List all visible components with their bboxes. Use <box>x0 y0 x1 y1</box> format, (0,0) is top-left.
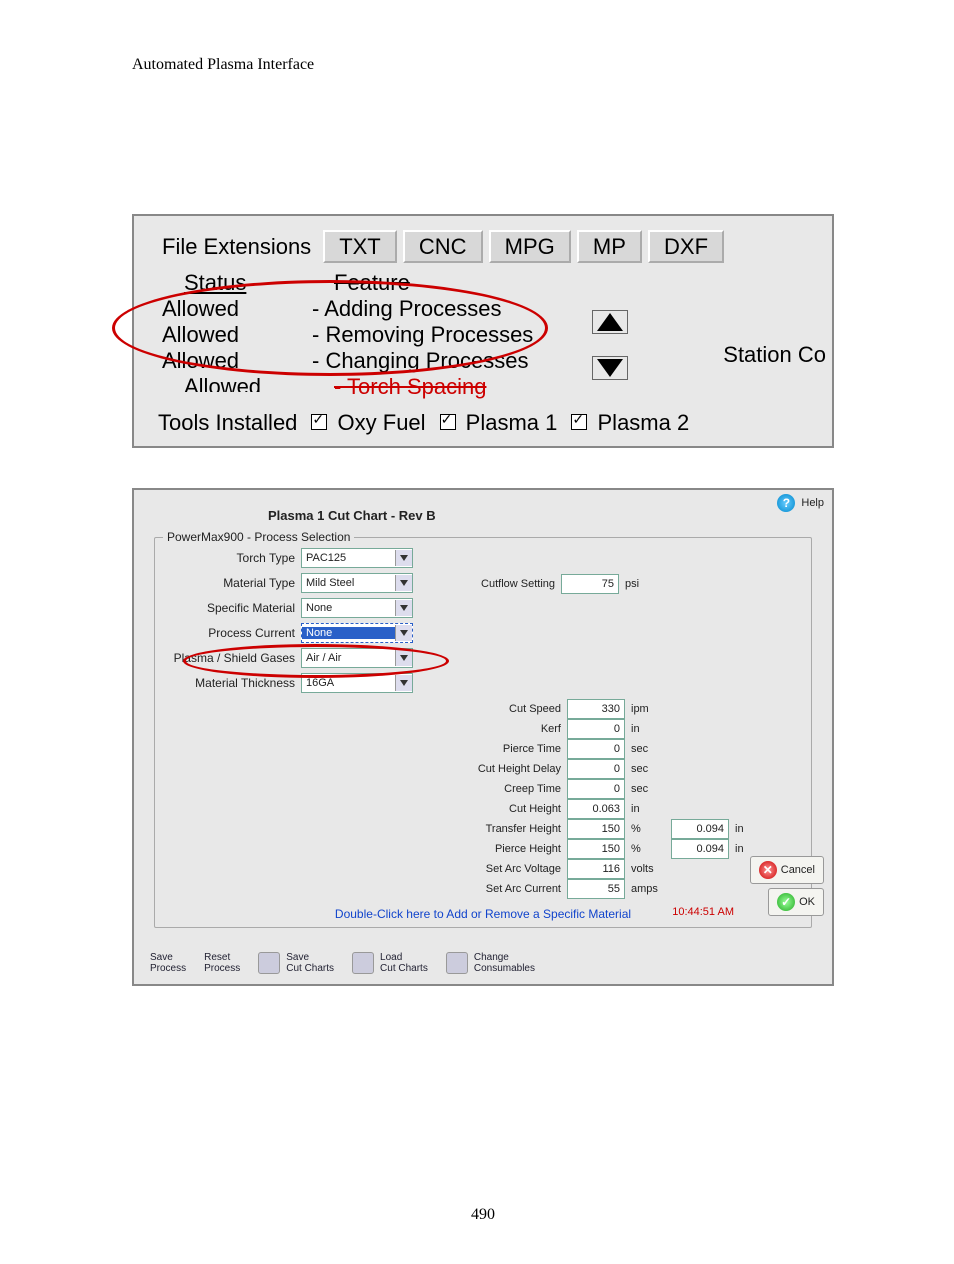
param-row: Cut Height Delay0sec <box>441 759 801 779</box>
cutflow-label: Cutflow Setting <box>435 578 555 590</box>
param-Kerf-value[interactable]: 0 <box>567 719 625 739</box>
tool-oxy fuel-checkbox[interactable] <box>311 414 327 430</box>
ext-txt-button[interactable]: TXT <box>323 230 397 263</box>
group-label: PowerMax900 - Process Selection <box>163 530 354 544</box>
chevron-down-icon <box>395 675 412 691</box>
chevron-down-icon <box>395 575 412 591</box>
toolbar-save-process-button[interactable]: SaveProcess <box>150 952 186 974</box>
param-row: Pierce Time0sec <box>441 739 801 759</box>
material_type-dropdown[interactable]: Mild Steel <box>301 573 413 593</box>
param-row: Cut Height0.063in <box>441 799 801 819</box>
ok-button[interactable]: ✓ OK <box>768 888 824 916</box>
param-Cut Height-value[interactable]: 0.063 <box>567 799 625 819</box>
ext-mpg-button[interactable]: MPG <box>489 230 571 263</box>
param-Cut Height Delay-value[interactable]: 0 <box>567 759 625 779</box>
station-label: Station Co <box>723 342 826 368</box>
param-Creep Time-value[interactable]: 0 <box>567 779 625 799</box>
process_current-label: Process Current <box>165 626 301 640</box>
param-Pierce Height-value2[interactable]: 0.094 <box>671 839 729 859</box>
scroll-up-button[interactable] <box>592 310 628 334</box>
toolbar-icon <box>352 952 374 974</box>
param-Cut Speed-value[interactable]: 330 <box>567 699 625 719</box>
tool-plasma 1-checkbox[interactable] <box>440 414 456 430</box>
param-row: Set Arc Voltage116volts <box>441 859 801 879</box>
file-extensions-label: File Extensions <box>162 234 311 260</box>
thickness-label: Material Thickness <box>165 676 301 690</box>
help-button[interactable]: ? Help <box>777 494 824 512</box>
page-header: Automated Plasma Interface <box>132 56 834 74</box>
param-row: Pierce Height150%0.094in <box>441 839 801 859</box>
param-Set Arc Current-value[interactable]: 55 <box>567 879 625 899</box>
scroll-down-button[interactable] <box>592 356 628 380</box>
cutflow-unit: psi <box>625 578 659 590</box>
toolbar-save-cut charts-button[interactable]: SaveCut Charts <box>258 952 334 974</box>
param-row: Set Arc Current55amps <box>441 879 801 899</box>
ext-dxf-button[interactable]: DXF <box>648 230 724 263</box>
process-selection-group: PowerMax900 - Process Selection Torch Ty… <box>154 537 812 928</box>
tool-plasma 2-checkbox[interactable] <box>571 414 587 430</box>
chevron-down-icon <box>395 600 412 616</box>
param-Set Arc Voltage-value[interactable]: 116 <box>567 859 625 879</box>
annotation-ellipse <box>112 280 548 376</box>
torch_type-dropdown[interactable]: PAC125 <box>301 548 413 568</box>
param-row: Cut Speed330ipm <box>441 699 801 719</box>
toolbar-icon <box>446 952 468 974</box>
ext-cnc-button[interactable]: CNC <box>403 230 483 263</box>
timestamp: 10:44:51 AM <box>672 906 734 918</box>
material_type-label: Material Type <box>165 576 301 590</box>
chevron-down-icon <box>395 625 412 641</box>
param-row: Transfer Height150%0.094in <box>441 819 801 839</box>
feature-row: Allowed- Torch Spacing <box>148 374 818 400</box>
cutflow-value[interactable]: 75 <box>561 574 619 594</box>
dialog-title: Plasma 1 Cut Chart - Rev B <box>148 508 818 523</box>
ext-mp-button[interactable]: MP <box>577 230 642 263</box>
param-row: Kerf0in <box>441 719 801 739</box>
toolbar-load-cut charts-button[interactable]: LoadCut Charts <box>352 952 428 974</box>
param-Pierce Height-value[interactable]: 150 <box>567 839 625 859</box>
param-Transfer Height-value[interactable]: 150 <box>567 819 625 839</box>
tools-installed-row: Tools Installed Oxy Fuel Plasma 1 Plasma… <box>148 410 818 436</box>
param-Transfer Height-value2[interactable]: 0.094 <box>671 819 729 839</box>
toolbar-change-consumables-button[interactable]: ChangeConsumables <box>446 952 535 974</box>
cancel-button[interactable]: ✕ Cancel <box>750 856 824 884</box>
param-row: Creep Time0sec <box>441 779 801 799</box>
torch_type-label: Torch Type <box>165 551 301 565</box>
toolbar-icon <box>258 952 280 974</box>
process_current-dropdown[interactable]: None <box>301 623 413 643</box>
chevron-down-icon <box>395 550 412 566</box>
toolbar-reset-process-button[interactable]: ResetProcess <box>204 952 240 974</box>
specific_material-label: Specific Material <box>165 601 301 615</box>
specific_material-dropdown[interactable]: None <box>301 598 413 618</box>
figure-cut-chart: Plasma 1 Cut Chart - Rev B ? Help PowerM… <box>132 488 834 986</box>
figure-file-extensions: File Extensions TXT CNC MPG MP DXF Statu… <box>132 214 834 448</box>
page-number: 490 <box>132 1206 834 1224</box>
param-Pierce Time-value[interactable]: 0 <box>567 739 625 759</box>
annotation-ellipse-2 <box>183 644 449 678</box>
